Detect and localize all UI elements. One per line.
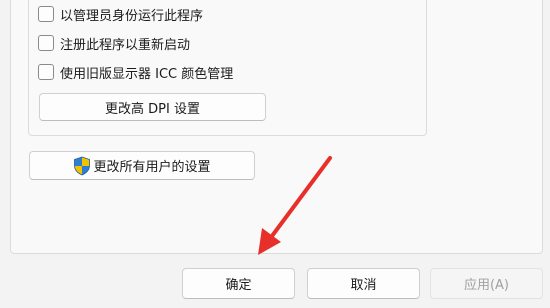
apply-button[interactable]: 应用(A) [430, 268, 543, 299]
legacy-icc-option[interactable]: 使用旧版显示器 ICC 颜色管理 [38, 62, 233, 82]
cancel-button[interactable]: 取消 [307, 268, 420, 299]
change-all-users-button[interactable]: 更改所有用户的设置 [29, 151, 255, 180]
uac-shield-icon [74, 156, 91, 175]
register-restart-option[interactable]: 注册此程序以重新启动 [38, 33, 190, 53]
run-as-admin-option[interactable]: 以管理员身份运行此程序 [38, 4, 203, 24]
ok-button[interactable]: 确定 [182, 268, 295, 299]
run-as-admin-label: 以管理员身份运行此程序 [60, 8, 204, 24]
register-restart-label: 注册此程序以重新启动 [60, 37, 191, 53]
change-all-users-label: 更改所有用户的设置 [93, 160, 211, 175]
legacy-icc-label: 使用旧版显示器 ICC 颜色管理 [60, 66, 234, 82]
run-as-admin-checkbox[interactable] [38, 6, 54, 22]
change-dpi-button[interactable]: 更改高 DPI 设置 [39, 93, 266, 121]
register-restart-checkbox[interactable] [38, 35, 54, 51]
legacy-icc-checkbox[interactable] [38, 64, 54, 80]
